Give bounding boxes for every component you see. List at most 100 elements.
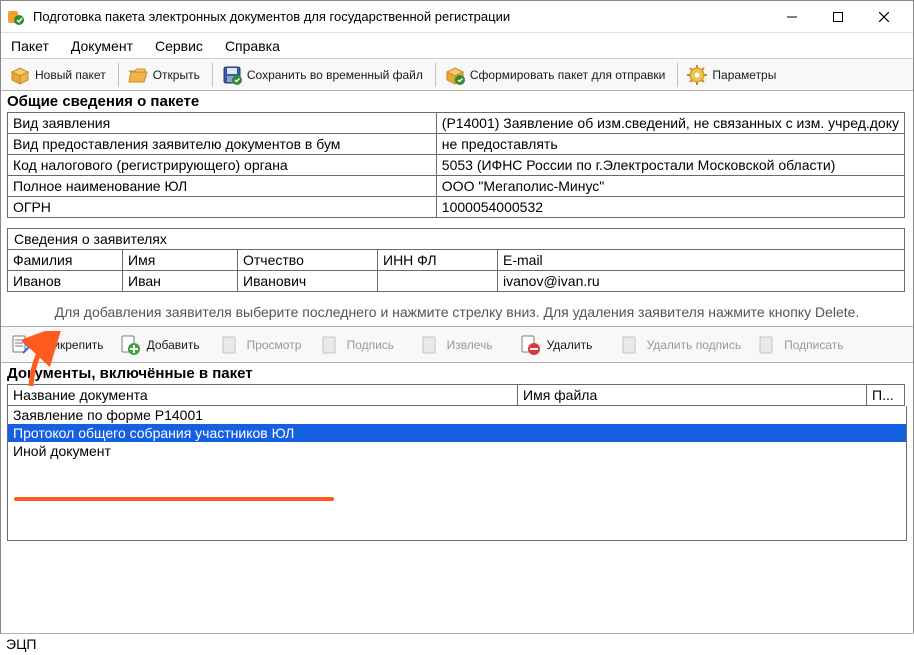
applicants-grid[interactable]: Фамилия Имя Отчество ИНН ФЛ E-mail Ивано… xyxy=(7,249,905,292)
docs-header-table: Название документа Имя файла П... xyxy=(7,384,905,406)
info-value[interactable]: ООО "Мегаполис-Минус" xyxy=(436,176,904,197)
included-docs-section: Документы, включённые в пакет Название д… xyxy=(1,363,913,541)
doc-row[interactable]: Иной документ xyxy=(8,442,906,460)
gear-icon xyxy=(686,64,708,86)
close-button[interactable] xyxy=(861,2,907,32)
toolbar-separator xyxy=(212,63,213,87)
doc-row-selected[interactable]: Протокол общего собрания участников ЮЛ xyxy=(8,424,906,442)
package-ok-icon xyxy=(444,64,466,86)
menu-document[interactable]: Документ xyxy=(67,36,137,56)
view-label: Просмотр xyxy=(247,338,302,352)
applicants-heading: Сведения о заявителях xyxy=(7,228,905,249)
folder-open-icon xyxy=(127,64,149,86)
view-button: Просмотр xyxy=(214,330,314,360)
info-row: Код налогового (регистрирующего) органа5… xyxy=(8,155,905,176)
delete-icon xyxy=(518,333,542,357)
extract-button: Извлечь xyxy=(414,330,514,360)
info-value[interactable]: не предоставлять xyxy=(436,134,904,155)
info-value[interactable]: 5053 (ИФНС России по г.Электростали Моск… xyxy=(436,155,904,176)
open-label: Открыть xyxy=(153,68,200,82)
add-button[interactable]: Добавить xyxy=(114,330,214,360)
form-package-button[interactable]: Сформировать пакет для отправки xyxy=(440,62,674,88)
extract-label: Извлечь xyxy=(447,338,493,352)
add-icon xyxy=(118,333,142,357)
toolbar-separator xyxy=(118,63,119,87)
doc-name: Протокол общего собрания участников ЮЛ xyxy=(8,424,518,442)
general-info-heading: Общие сведения о пакете xyxy=(1,91,913,112)
title-bar: Подготовка пакета электронных документов… xyxy=(1,1,913,33)
col-surname[interactable]: Фамилия xyxy=(8,250,123,271)
window-title: Подготовка пакета электронных документов… xyxy=(33,9,769,24)
delete-label: Удалить xyxy=(547,338,593,352)
menu-service[interactable]: Сервис xyxy=(151,36,207,56)
new-package-label: Новый пакет xyxy=(35,68,106,82)
menu-bar: Пакет Документ Сервис Справка xyxy=(1,33,913,59)
sign-icon xyxy=(755,333,779,357)
info-table: Вид заявления(Р14001) Заявление об изм.с… xyxy=(7,112,905,218)
cell-surname[interactable]: Иванов xyxy=(8,271,123,292)
info-label: Вид заявления xyxy=(8,113,437,134)
doc-file xyxy=(518,406,868,424)
main-toolbar: Новый пакет Открыть Сохранить во временн… xyxy=(1,59,913,91)
info-value[interactable]: 1000054000532 xyxy=(436,197,904,218)
minimize-button[interactable] xyxy=(769,2,815,32)
col-inn[interactable]: ИНН ФЛ xyxy=(378,250,498,271)
document-toolbar: Прикрепить Добавить Просмотр Подпись Изв… xyxy=(1,327,913,363)
form-package-label: Сформировать пакет для отправки xyxy=(470,68,666,82)
signature-button: Подпись xyxy=(314,330,414,360)
attach-button[interactable]: Прикрепить xyxy=(5,330,114,360)
col-p[interactable]: П... xyxy=(867,385,905,406)
info-row: Вид предоставления заявителю документов … xyxy=(8,134,905,155)
info-row: ОГРН1000054000532 xyxy=(8,197,905,218)
info-label: Полное наименование ЮЛ xyxy=(8,176,437,197)
toolbar-separator xyxy=(435,63,436,87)
open-button[interactable]: Открыть xyxy=(123,62,208,88)
doc-p xyxy=(868,424,906,442)
doc-name: Заявление по форме Р14001 xyxy=(8,406,518,424)
parameters-button[interactable]: Параметры xyxy=(682,62,784,88)
signature-icon xyxy=(318,333,342,357)
doc-file xyxy=(518,442,868,460)
applicants-header-row: Фамилия Имя Отчество ИНН ФЛ E-mail xyxy=(8,250,905,271)
col-filename[interactable]: Имя файла xyxy=(518,385,867,406)
docs-body[interactable]: Заявление по форме Р14001 Протокол общег… xyxy=(7,406,907,541)
doc-row[interactable]: Заявление по форме Р14001 xyxy=(8,406,906,424)
info-label: Код налогового (регистрирующего) органа xyxy=(8,155,437,176)
applicant-row[interactable]: Иванов Иван Иванович ivanov@ivan.ru xyxy=(8,271,905,292)
col-name[interactable]: Имя xyxy=(123,250,238,271)
cell-patronymic[interactable]: Иванович xyxy=(238,271,378,292)
delete-button[interactable]: Удалить xyxy=(514,330,614,360)
info-value[interactable]: (Р14001) Заявление об изм.сведений, не с… xyxy=(436,113,904,134)
info-label: Вид предоставления заявителю документов … xyxy=(8,134,437,155)
app-icon xyxy=(7,8,25,26)
sign-button: Подписать xyxy=(751,330,853,360)
parameters-label: Параметры xyxy=(712,68,776,82)
view-icon xyxy=(218,333,242,357)
col-email[interactable]: E-mail xyxy=(498,250,905,271)
signature-label: Подпись xyxy=(347,338,395,352)
doc-file xyxy=(518,424,868,442)
save-temp-button[interactable]: Сохранить во временный файл xyxy=(217,62,431,88)
applicant-hint: Для добавления заявителя выберите послед… xyxy=(1,292,913,327)
maximize-button[interactable] xyxy=(815,2,861,32)
toolbar-separator xyxy=(677,63,678,87)
col-docname[interactable]: Название документа xyxy=(8,385,518,406)
doc-p xyxy=(868,442,906,460)
ecp-label: ЭЦП xyxy=(6,636,36,652)
doc-p xyxy=(868,406,906,424)
delete-sig-button: Удалить подпись xyxy=(614,330,752,360)
save-icon xyxy=(221,64,243,86)
attach-label: Прикрепить xyxy=(38,338,104,352)
cell-inn[interactable] xyxy=(378,271,498,292)
menu-package[interactable]: Пакет xyxy=(7,36,53,56)
info-row: Вид заявления(Р14001) Заявление об изм.с… xyxy=(8,113,905,134)
cell-email[interactable]: ivanov@ivan.ru xyxy=(498,271,905,292)
col-patronymic[interactable]: Отчество xyxy=(238,250,378,271)
sign-label: Подписать xyxy=(784,338,843,352)
cell-name[interactable]: Иван xyxy=(123,271,238,292)
menu-help[interactable]: Справка xyxy=(221,36,284,56)
save-temp-label: Сохранить во временный файл xyxy=(247,68,423,82)
new-package-button[interactable]: Новый пакет xyxy=(5,62,114,88)
add-label: Добавить xyxy=(147,338,200,352)
delete-sig-label: Удалить подпись xyxy=(647,338,742,352)
